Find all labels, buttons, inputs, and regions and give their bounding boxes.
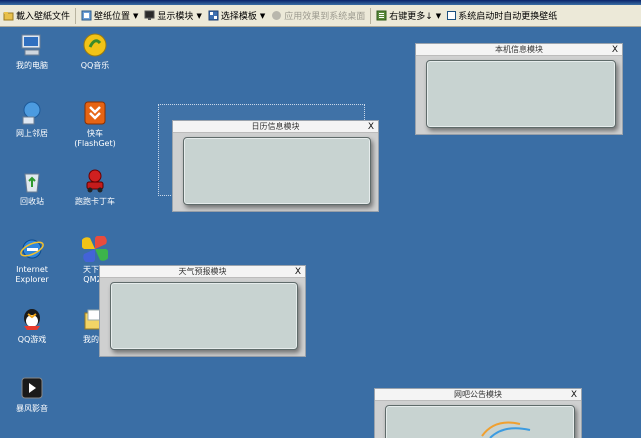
desktop-icon-kart[interactable]: 跑跑卡丁车: [67, 168, 123, 207]
module-title-bar[interactable]: 日历信息模块 X: [173, 121, 378, 133]
module-panel: [183, 137, 371, 205]
recycle-bin-icon: [24, 173, 40, 193]
chevron-down-icon: ▼: [435, 11, 442, 20]
apply-icon: [271, 10, 282, 21]
desktop-icon-label: 回收站: [20, 197, 44, 206]
desktop-icon-qq-music[interactable]: QQ音乐: [67, 32, 123, 71]
flashget-icon: [84, 101, 106, 125]
network-places-icon: [22, 101, 41, 125]
select-template-label: 选择模板: [220, 12, 257, 22]
apply-effect-button[interactable]: 应用效果到系统桌面: [268, 6, 368, 26]
show-module-button[interactable]: 显示模块 ▼: [141, 6, 204, 26]
show-module-label: 显示模块: [157, 12, 194, 22]
more-button[interactable]: 右键更多↓ ▼: [373, 6, 444, 26]
module-title-bar[interactable]: 本机信息模块 X: [416, 44, 622, 56]
desktop-icon-qq-game[interactable]: QQ游戏: [4, 306, 60, 345]
desktop-icon-label: 暴风影音: [16, 404, 48, 413]
qq-game-icon: [24, 309, 40, 330]
desktop-icon-label-line2: Explorer: [15, 275, 49, 284]
template-icon: [208, 10, 219, 21]
desktop-icon-label: QQ游戏: [17, 335, 47, 344]
position-icon: [81, 10, 92, 21]
chevron-down-icon: ▼: [133, 11, 139, 20]
desktop-icon-flashget[interactable]: 快车 (FlashGet): [67, 100, 123, 149]
folder-icon: [3, 10, 14, 21]
my-computer-icon: [21, 34, 41, 56]
calendar-module[interactable]: 日历信息模块 X: [172, 120, 379, 212]
kart-game-icon: [86, 169, 104, 193]
wallpaper-position-label: 壁纸位置: [94, 12, 131, 22]
toolbar-divider: [75, 7, 77, 24]
apply-effect-label: 应用效果到系统桌面: [284, 12, 366, 22]
desktop-icon-ie[interactable]: Internet Explorer: [4, 236, 60, 285]
pinwheel-icon: [82, 236, 108, 262]
weather-module[interactable]: 天气预报模块 X: [99, 265, 306, 357]
chevron-down-icon: ▼: [196, 11, 202, 20]
toolbar-divider: [370, 7, 372, 24]
close-icon[interactable]: X: [295, 266, 301, 278]
storm-player-icon: [21, 377, 43, 399]
more-icon: [376, 10, 387, 21]
netcafe-notice-module[interactable]: 网吧公告模块 X: [374, 388, 582, 438]
ie-icon: [20, 239, 44, 259]
close-icon[interactable]: X: [368, 121, 374, 133]
module-panel: [110, 282, 298, 350]
monitor-icon: [144, 10, 155, 21]
desktop-icon-label: Internet: [16, 265, 48, 274]
desktop-icon-label: 跑跑卡丁车: [75, 197, 115, 206]
watermark-swoosh-icon: [481, 421, 531, 438]
module-title-bar[interactable]: 天气预报模块 X: [100, 266, 305, 278]
desktop-icon-label: 我的电脑: [16, 61, 48, 70]
close-icon[interactable]: X: [612, 44, 618, 56]
chevron-down-icon: ▼: [259, 11, 266, 20]
module-title: 日历信息模块: [251, 122, 300, 131]
load-wallpaper-button[interactable]: 載入壁紙文件: [0, 6, 73, 26]
load-wallpaper-label: 載入壁紙文件: [16, 12, 71, 22]
module-title: 本机信息模块: [495, 45, 543, 54]
desktop-icon-label: 网上邻居: [16, 129, 48, 138]
close-icon[interactable]: X: [571, 389, 577, 401]
module-panel: [426, 60, 616, 128]
wallpaper-position-button[interactable]: 壁纸位置 ▼: [78, 6, 141, 26]
module-title-bar[interactable]: 网吧公告模块 X: [375, 389, 581, 401]
machine-info-module[interactable]: 本机信息模块 X: [415, 43, 623, 135]
toolbar: 載入壁紙文件 壁纸位置 ▼ 显示模块 ▼ 选择模板 ▼ 应用效果到系统桌面 右键…: [0, 5, 641, 27]
checkbox-icon: [447, 11, 457, 20]
desktop-icon-label: 快车: [87, 129, 103, 138]
desktop-icon-my-computer[interactable]: 我的电脑: [4, 32, 60, 71]
module-title: 网吧公告模块: [454, 390, 502, 399]
desktop-icon-storm-player[interactable]: 暴风影音: [4, 375, 60, 414]
desktop-icon-recycle-bin[interactable]: 回收站: [4, 168, 60, 207]
module-title: 天气预报模块: [178, 267, 227, 276]
desktop-icon-label-line2: (FlashGet): [74, 139, 116, 148]
autostart-label: 系统启动时自动更换壁纸: [458, 12, 558, 22]
select-template-button[interactable]: 选择模板 ▼: [205, 6, 268, 26]
more-label: 右键更多↓: [389, 12, 433, 22]
autostart-checkbox[interactable]: 系统启动时自动更换壁纸: [444, 6, 560, 26]
qq-music-icon: [83, 33, 107, 57]
desktop-icon-network[interactable]: 网上邻居: [4, 100, 60, 139]
desktop-icon-label: QQ音乐: [80, 61, 110, 70]
